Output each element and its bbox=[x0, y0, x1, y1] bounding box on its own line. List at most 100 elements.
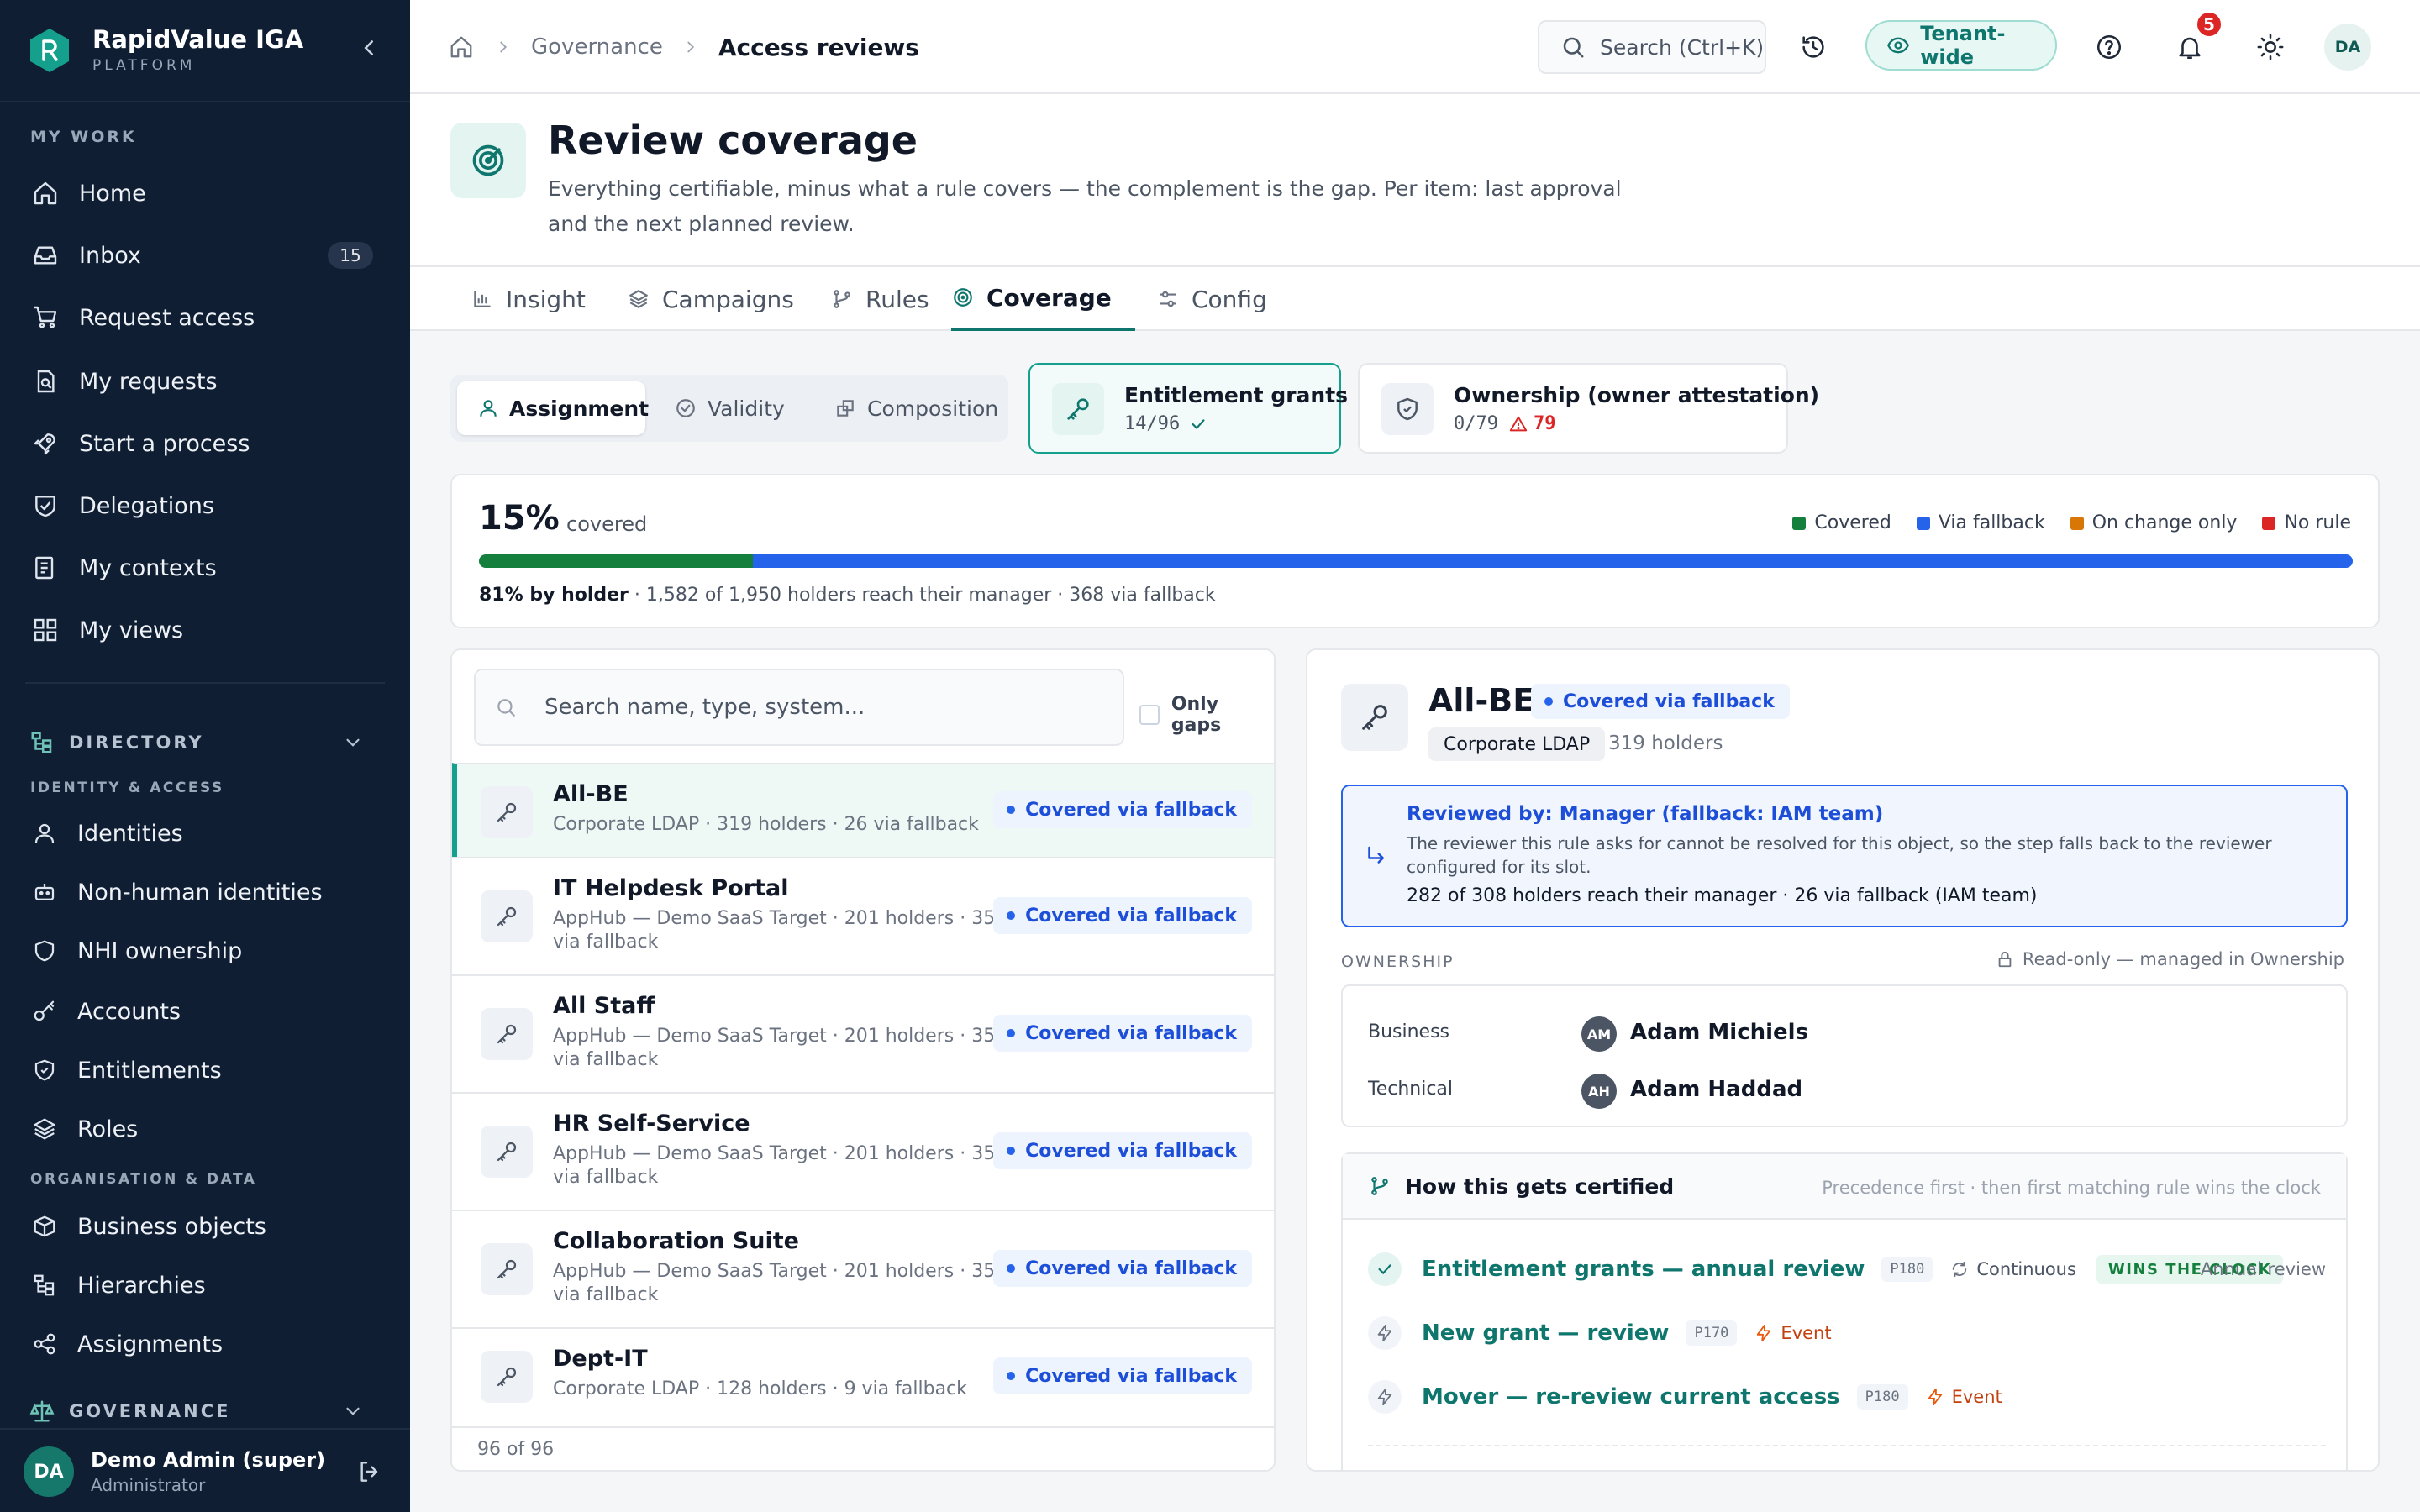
certification-rule[interactable]: Entitlement grants — annual review P180 … bbox=[1368, 1248, 2326, 1290]
status-dot bbox=[1007, 911, 1016, 920]
segment-assignment[interactable]: Assignment bbox=[457, 381, 649, 435]
reviewer-callout: Reviewed by: Manager (fallback: IAM team… bbox=[1341, 785, 2348, 927]
coverage-percent: 15% bbox=[479, 499, 560, 538]
coverage-summary: 15% covered Covered Via fallback On chan… bbox=[450, 474, 2380, 628]
branch-icon bbox=[830, 287, 854, 311]
owner-row-technical: Technical AH Adam Haddad bbox=[1343, 1065, 2349, 1116]
sidebar-item-label: Delegations bbox=[79, 492, 214, 519]
tab-rules[interactable]: Rules bbox=[830, 267, 929, 331]
layers-icon bbox=[627, 287, 650, 311]
lightning-icon bbox=[1368, 1380, 1402, 1414]
list-item[interactable]: Collaboration Suite AppHub — Demo SaaS T… bbox=[452, 1210, 1274, 1327]
item-meta: Corporate LDAP · 319 holders · 26 via fa… bbox=[553, 814, 979, 835]
sidebar-item-assignments[interactable]: Assignments bbox=[25, 1320, 385, 1368]
segment-validity[interactable]: Validity bbox=[655, 381, 807, 435]
rule-priority: P170 bbox=[1686, 1320, 1738, 1346]
key-icon bbox=[481, 1126, 533, 1178]
tab-coverage[interactable]: Coverage bbox=[951, 267, 1135, 331]
collapse-sidebar-icon[interactable] bbox=[356, 35, 381, 60]
entitlement-grants-card[interactable]: Entitlement grants 14/96 bbox=[1028, 363, 1348, 454]
reviewer-title: Reviewed by: Manager (fallback: IAM team… bbox=[1407, 803, 1884, 825]
directory-icon bbox=[29, 729, 55, 756]
tab-insight[interactable]: Insight bbox=[471, 267, 586, 331]
home-icon[interactable] bbox=[447, 33, 476, 61]
sidebar-item-hierarchies[interactable]: Hierarchies bbox=[25, 1262, 385, 1309]
home-icon bbox=[30, 178, 60, 208]
list-item[interactable]: HR Self-Service AppHub — Demo SaaS Targe… bbox=[452, 1092, 1274, 1210]
certification-rule[interactable]: New grant — review P170 Event bbox=[1368, 1312, 2326, 1354]
rule-name[interactable]: Mover — re-review current access bbox=[1422, 1384, 1840, 1410]
help-icon[interactable] bbox=[2091, 29, 2128, 66]
rule-name[interactable]: Entitlement grants — annual review bbox=[1422, 1257, 1865, 1282]
avatar[interactable]: DA bbox=[2324, 24, 2371, 71]
sidebar-item-inbox[interactable]: Inbox 15 bbox=[25, 230, 385, 281]
only-gaps-checkbox[interactable]: Only gaps bbox=[1139, 694, 1274, 736]
sidebar-item-label: Home bbox=[79, 180, 146, 207]
tab-label: Insight bbox=[506, 285, 586, 313]
item-name: IT Helpdesk Portal bbox=[553, 875, 789, 901]
tab-campaigns[interactable]: Campaigns bbox=[627, 267, 794, 331]
list-item[interactable]: IT Helpdesk Portal AppHub — Demo SaaS Ta… bbox=[452, 857, 1274, 974]
sidebar-item-identities[interactable]: Identities bbox=[25, 810, 385, 857]
checkbox[interactable] bbox=[1139, 705, 1160, 725]
owner-name[interactable]: Adam Michiels bbox=[1630, 1020, 1808, 1045]
status-label: Covered via fallback bbox=[1025, 1022, 1237, 1044]
ownership-attestation-card[interactable]: Ownership (owner attestation) 0/79 79 bbox=[1358, 363, 1819, 454]
key-icon bbox=[1341, 684, 1408, 751]
sidebar-item-delegations[interactable]: Delegations bbox=[25, 480, 385, 531]
sidebar-item-label: Roles bbox=[77, 1116, 139, 1142]
composition-icon bbox=[834, 396, 857, 420]
refresh-icon bbox=[1949, 1259, 1970, 1279]
status-label: Covered via fallback bbox=[1025, 799, 1237, 821]
user-profile[interactable]: DA Demo Admin (super) Administrator bbox=[0, 1428, 410, 1512]
directory-section-toggle[interactable]: DIRECTORY bbox=[25, 724, 385, 761]
governance-section-toggle[interactable]: GOVERNANCE bbox=[25, 1393, 385, 1430]
tab-config[interactable]: Config bbox=[1156, 267, 1267, 331]
sidebar-item-nhi-ownership[interactable]: NHI ownership bbox=[25, 927, 385, 974]
breadcrumb-governance[interactable]: Governance bbox=[531, 34, 663, 60]
section-tabs: Insight Campaigns Rules Coverage Config bbox=[410, 267, 2420, 331]
sidebar-item-label: NHI ownership bbox=[77, 937, 243, 964]
sun-icon[interactable] bbox=[2252, 29, 2289, 66]
sidebar-item-request-access[interactable]: Request access bbox=[25, 292, 385, 343]
breadcrumb: Governance Access reviews bbox=[447, 30, 919, 64]
sidebar-item-my-requests[interactable]: My requests bbox=[25, 356, 385, 407]
global-search-label: Search (Ctrl+K) bbox=[1600, 34, 1765, 60]
owner-name[interactable]: Adam Haddad bbox=[1630, 1077, 1802, 1102]
sidebar-item-start-process[interactable]: Start a process bbox=[25, 418, 385, 469]
sidebar-item-roles[interactable]: Roles bbox=[25, 1105, 385, 1152]
item-detail-panel: All-BE Covered via fallback Corporate LD… bbox=[1306, 648, 2380, 1472]
sidebar-item-accounts[interactable]: Accounts bbox=[25, 988, 385, 1035]
warning-icon bbox=[1508, 414, 1528, 434]
certification-rule[interactable]: Mover — re-review current access P180 Ev… bbox=[1368, 1376, 2326, 1418]
sidebar-item-my-contexts[interactable]: My contexts bbox=[25, 543, 385, 593]
key-icon bbox=[30, 997, 59, 1026]
status-dot bbox=[1007, 806, 1016, 814]
breadcrumb-current: Access reviews bbox=[718, 33, 919, 61]
sidebar-item-home[interactable]: Home bbox=[25, 168, 385, 218]
rule-name[interactable]: New grant — review bbox=[1422, 1320, 1669, 1346]
list-item[interactable]: All Staff AppHub — Demo SaaS Target · 20… bbox=[452, 974, 1274, 1092]
brand[interactable]: RapidValue IGA PLATFORM bbox=[25, 24, 303, 77]
cart-icon bbox=[30, 302, 60, 333]
sidebar-item-entitlements[interactable]: Entitlements bbox=[25, 1047, 385, 1094]
owner-row-business: Business AM Adam Michiels bbox=[1343, 1008, 2349, 1058]
coverage-bar-covered bbox=[479, 554, 753, 568]
share-icon bbox=[30, 1330, 59, 1358]
tenant-scope-toggle[interactable]: Tenant-wide bbox=[1865, 20, 2057, 71]
search-icon bbox=[494, 696, 518, 719]
scale-icon bbox=[29, 1398, 55, 1425]
list-search-input[interactable]: Search name, type, system... bbox=[474, 669, 1124, 746]
list-item[interactable]: Dept-IT Corporate LDAP · 128 holders · 9… bbox=[452, 1327, 1274, 1423]
sidebar-item-business-objects[interactable]: Business objects bbox=[25, 1203, 385, 1250]
sidebar-item-non-human-identities[interactable]: Non-human identities bbox=[25, 869, 385, 916]
requests-icon bbox=[30, 366, 60, 396]
global-search[interactable]: Search (Ctrl+K) bbox=[1538, 20, 1766, 74]
list-item[interactable]: All-BE Corporate LDAP · 319 holders · 26… bbox=[452, 763, 1274, 857]
lightning-icon bbox=[1925, 1387, 1945, 1407]
history-icon[interactable] bbox=[1795, 29, 1832, 66]
item-meta: AppHub — Demo SaaS Target · 201 holders … bbox=[553, 908, 996, 953]
sidebar-item-my-views[interactable]: My views bbox=[25, 605, 385, 655]
segment-composition[interactable]: Composition bbox=[815, 381, 1002, 435]
logout-icon[interactable] bbox=[355, 1457, 385, 1487]
